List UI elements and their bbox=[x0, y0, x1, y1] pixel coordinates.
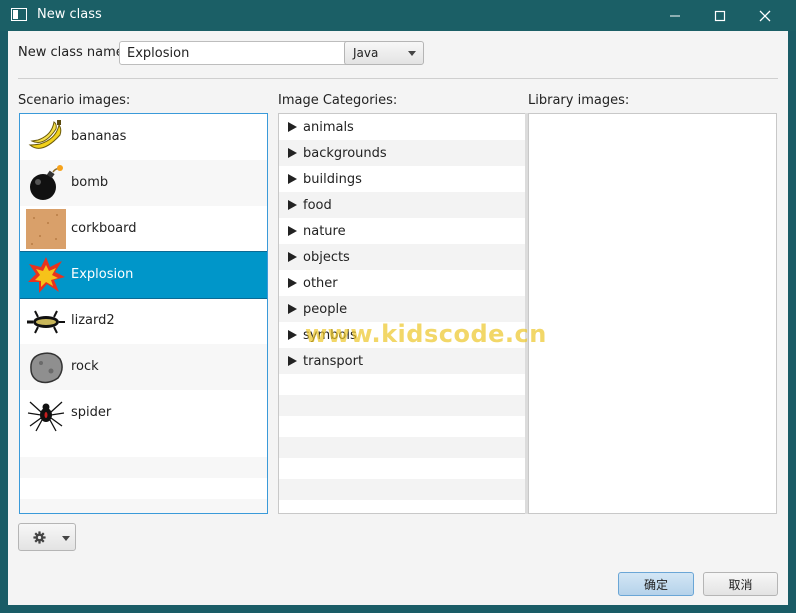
expand-arrow-icon[interactable] bbox=[288, 148, 297, 158]
empty-row bbox=[20, 499, 267, 513]
category-item[interactable]: food bbox=[279, 192, 526, 218]
category-item[interactable]: objects bbox=[279, 244, 526, 270]
class-name-input[interactable] bbox=[119, 41, 353, 65]
category-name: transport bbox=[303, 354, 364, 369]
language-value: Java bbox=[353, 46, 379, 60]
scenario-image-item[interactable]: bomb bbox=[20, 160, 267, 206]
class-name-label: New class name: bbox=[18, 45, 129, 60]
maximize-icon bbox=[714, 10, 726, 21]
close-icon bbox=[759, 10, 771, 21]
category-name: nature bbox=[303, 224, 346, 239]
category-name: people bbox=[303, 302, 348, 317]
empty-row bbox=[279, 479, 526, 500]
scenario-images-list[interactable]: bananas bomb corkboard Explosion lizard2… bbox=[19, 113, 268, 514]
chevron-down-icon bbox=[408, 51, 416, 56]
new-class-dialog: New class New class name: Java Scenario … bbox=[0, 0, 796, 613]
scenario-image-name: spider bbox=[71, 405, 112, 420]
spider-icon bbox=[27, 401, 65, 432]
expand-arrow-icon[interactable] bbox=[288, 226, 297, 236]
empty-row bbox=[279, 458, 526, 479]
expand-arrow-icon[interactable] bbox=[288, 278, 297, 288]
watermark: www.kidscode.cn bbox=[305, 320, 547, 348]
bananas-icon bbox=[28, 120, 62, 149]
category-item[interactable]: buildings bbox=[279, 166, 526, 192]
minimize-icon bbox=[670, 15, 680, 16]
explosion-icon bbox=[28, 257, 65, 293]
scenario-image-item[interactable]: bananas bbox=[20, 114, 267, 160]
cancel-button[interactable]: 取消 bbox=[703, 572, 778, 596]
empty-row bbox=[279, 437, 526, 458]
scenario-image-item[interactable]: corkboard bbox=[20, 206, 267, 252]
image-categories-tree[interactable]: animals backgrounds buildings food natur… bbox=[278, 113, 527, 514]
gear-icon bbox=[33, 531, 46, 544]
scenario-image-name: bananas bbox=[71, 129, 127, 144]
scenario-image-item[interactable]: spider bbox=[20, 390, 267, 436]
maximize-button[interactable] bbox=[697, 0, 743, 31]
category-name: other bbox=[303, 276, 338, 291]
expand-arrow-icon[interactable] bbox=[288, 200, 297, 210]
expand-arrow-icon[interactable] bbox=[288, 330, 297, 340]
library-images-list[interactable] bbox=[528, 113, 777, 514]
expand-arrow-icon[interactable] bbox=[288, 304, 297, 314]
category-item[interactable]: transport bbox=[279, 348, 526, 374]
empty-row bbox=[20, 478, 267, 499]
separator bbox=[18, 78, 778, 79]
expand-arrow-icon[interactable] bbox=[288, 356, 297, 366]
expand-arrow-icon[interactable] bbox=[288, 122, 297, 132]
category-name: objects bbox=[303, 250, 350, 265]
scenario-images-label: Scenario images: bbox=[18, 93, 131, 108]
corkboard-icon bbox=[26, 209, 66, 249]
settings-menu-button[interactable] bbox=[18, 523, 76, 551]
empty-row bbox=[279, 374, 526, 395]
empty-row bbox=[20, 436, 267, 457]
expand-arrow-icon[interactable] bbox=[288, 174, 297, 184]
ok-button[interactable]: 确定 bbox=[618, 572, 694, 596]
scenario-image-name: lizard2 bbox=[71, 313, 115, 328]
title-bar[interactable]: New class bbox=[0, 0, 796, 31]
empty-row bbox=[20, 457, 267, 478]
scenario-image-item[interactable]: lizard2 bbox=[20, 298, 267, 344]
image-categories-label: Image Categories: bbox=[278, 93, 398, 108]
empty-row bbox=[279, 416, 526, 437]
minimize-button[interactable] bbox=[652, 0, 698, 31]
category-item[interactable]: other bbox=[279, 270, 526, 296]
app-icon bbox=[11, 8, 27, 21]
language-select[interactable]: Java bbox=[344, 41, 424, 65]
window-title: New class bbox=[37, 7, 102, 22]
category-item[interactable]: nature bbox=[279, 218, 526, 244]
scenario-image-name: rock bbox=[71, 359, 99, 374]
scenario-image-name: corkboard bbox=[71, 221, 137, 236]
rock-icon bbox=[30, 352, 63, 384]
close-button[interactable] bbox=[742, 0, 788, 31]
scenario-image-name: bomb bbox=[71, 175, 109, 190]
category-item[interactable]: animals bbox=[279, 114, 526, 140]
category-name: buildings bbox=[303, 172, 362, 187]
library-images-label: Library images: bbox=[528, 93, 630, 108]
scenario-image-item-selected[interactable]: Explosion bbox=[20, 251, 267, 299]
expand-arrow-icon[interactable] bbox=[288, 252, 297, 262]
category-item[interactable]: backgrounds bbox=[279, 140, 526, 166]
empty-row bbox=[279, 395, 526, 416]
category-name: food bbox=[303, 198, 332, 213]
bomb-icon bbox=[30, 165, 63, 200]
lizard-icon bbox=[27, 310, 65, 334]
chevron-down-icon bbox=[62, 536, 70, 541]
category-name: backgrounds bbox=[303, 146, 387, 161]
scenario-image-item[interactable]: rock bbox=[20, 344, 267, 390]
category-item[interactable]: people bbox=[279, 296, 526, 322]
scenario-image-name: Explosion bbox=[71, 267, 134, 282]
category-name: animals bbox=[303, 120, 354, 135]
dialog-content: New class name: Java Scenario images: Im… bbox=[8, 31, 788, 605]
